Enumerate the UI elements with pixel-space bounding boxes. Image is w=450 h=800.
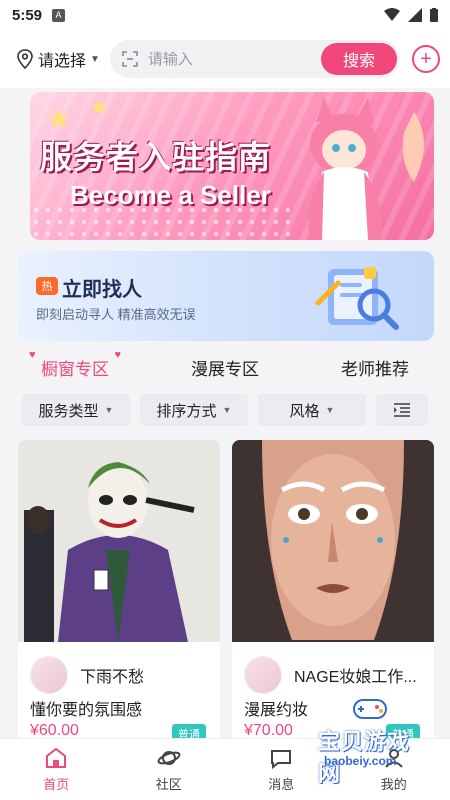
- filter-label: 排序方式: [156, 402, 217, 420]
- scan-icon[interactable]: [122, 51, 138, 67]
- seller-info[interactable]: NAGE妆娘工作...: [244, 656, 417, 694]
- tab-comic-con[interactable]: 漫展专区: [191, 355, 259, 380]
- home-icon: [46, 747, 67, 768]
- seller-name: 下雨不愁: [80, 669, 145, 686]
- makeup-face-image: [232, 440, 434, 642]
- status-icons: [384, 8, 438, 22]
- location-pin-icon: [17, 49, 33, 69]
- menu-indent-icon: [394, 403, 410, 417]
- joker-cosplay-image: [18, 440, 220, 642]
- watermark-url: baobeiy.com: [324, 754, 397, 768]
- notification-a-icon: A: [52, 8, 66, 22]
- star-icon: [90, 98, 108, 115]
- banner-subtitle: Become a Seller: [70, 180, 271, 210]
- search-button[interactable]: 搜索: [321, 43, 397, 75]
- anime-character-illustration: [308, 98, 424, 240]
- top-bar: 请选择 ▼ 搜索 +: [0, 30, 450, 88]
- planet-icon: [157, 751, 181, 765]
- nav-label: 社区: [155, 777, 182, 792]
- filter-sort[interactable]: 排序方式 ▼: [140, 394, 248, 426]
- banner-title: 服务者入驻指南: [40, 139, 272, 175]
- location-label: 请选择: [38, 53, 87, 70]
- wifi-icon: [384, 8, 400, 21]
- nav-home[interactable]: 首页: [16, 746, 96, 793]
- nav-label: 首页: [43, 777, 70, 792]
- battery-icon: [430, 8, 438, 22]
- service-card[interactable]: 下雨不愁 懂你要的氛围感 ¥60.00 普通: [18, 440, 220, 750]
- nav-label: 消息: [268, 777, 295, 792]
- tab-label: 橱窗专区: [41, 359, 109, 379]
- service-photo: [18, 440, 220, 642]
- tab-showcase[interactable]: ♥ 橱窗专区 ♥: [29, 349, 121, 380]
- filter-label: 服务类型: [38, 402, 99, 420]
- hot-badge: 热: [36, 277, 58, 295]
- heart-icon: ♥: [114, 348, 121, 361]
- location-selector[interactable]: 请选择 ▼: [16, 47, 100, 71]
- seller-name: NAGE妆娘工作...: [294, 669, 417, 686]
- seller-guide-banner[interactable]: 服务者入驻指南 Become a Seller: [30, 92, 434, 240]
- seller-info[interactable]: 下雨不愁: [30, 656, 144, 694]
- avatar[interactable]: [244, 656, 282, 694]
- service-title: 懂你要的氛围感: [30, 702, 143, 719]
- signal-icon: [408, 8, 422, 22]
- heart-icon: ♥: [29, 348, 36, 361]
- clipboard-search-icon: [315, 267, 399, 330]
- avatar[interactable]: [30, 656, 68, 694]
- search-input[interactable]: [147, 50, 278, 68]
- category-tabs: ♥ 橱窗专区 ♥ 漫展专区 老师推荐: [0, 349, 450, 384]
- status-time: 5:59: [12, 6, 43, 24]
- find-person-promo[interactable]: 热 立即找人 即刻启动寻人 精准高效无误: [18, 251, 434, 341]
- message-icon: [271, 750, 292, 770]
- filter-service-type[interactable]: 服务类型 ▼: [22, 394, 130, 426]
- list-menu-button[interactable]: [376, 394, 428, 426]
- service-title: 漫展约妆: [244, 702, 309, 719]
- star-icon: [49, 109, 69, 128]
- nav-community[interactable]: 社区: [129, 746, 209, 793]
- tab-label: 老师推荐: [341, 359, 409, 379]
- add-button[interactable]: +: [412, 45, 440, 73]
- caret-down-icon: ▼: [325, 405, 335, 415]
- filter-label: 风格: [289, 402, 320, 420]
- caret-down-icon: ▼: [222, 405, 232, 415]
- caret-down-icon: ▼: [104, 405, 114, 415]
- site-watermark: 宝贝游戏网 baobeiy.com: [310, 699, 430, 786]
- filter-bar: 服务类型 ▼ 排序方式 ▼ 风格 ▼: [22, 394, 428, 426]
- promo-title: 立即找人: [62, 279, 142, 301]
- status-bar: 5:59 A: [0, 0, 450, 30]
- tab-teacher-recommend[interactable]: 老师推荐: [341, 355, 409, 380]
- promo-description: 即刻启动寻人 精准高效无误: [36, 307, 196, 322]
- service-photo: [232, 440, 434, 642]
- tab-label: 漫展专区: [191, 359, 259, 379]
- service-card[interactable]: NAGE妆娘工作... 漫展约妆 ¥70.00 普通: [232, 440, 434, 750]
- search-bar: 搜索: [109, 40, 400, 78]
- gamepad-icon: [353, 699, 387, 719]
- chevron-down-icon: ▼: [90, 53, 100, 65]
- filter-style[interactable]: 风格 ▼: [258, 394, 366, 426]
